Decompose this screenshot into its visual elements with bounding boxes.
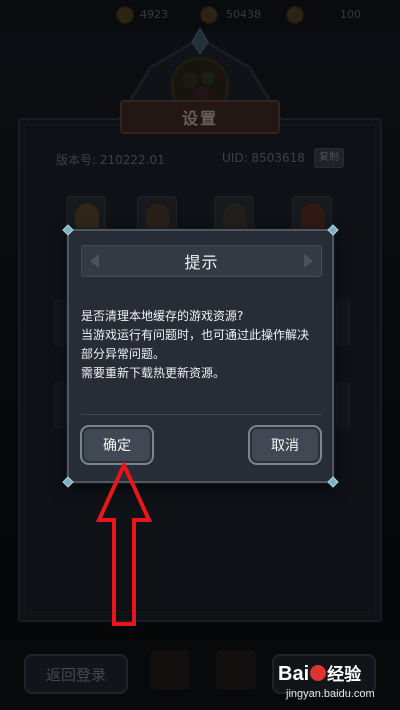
dialog-message: 是否清理本地缓存的游戏资源? 当游戏运行有问题时，也可通过此操作解决 部分异常问… [81,307,326,383]
dialog-title: 提示 [184,253,219,272]
header-right-ornament-icon [304,254,313,268]
baidu-jingyan-watermark: Bai 经验 jingyan.baidu.com [278,660,396,706]
message-line: 当游戏运行有问题时，也可通过此操作解决 [81,328,310,342]
dialog-header: 提示 [81,245,322,277]
watermark-url: jingyan.baidu.com [286,688,375,700]
confirm-button[interactable]: 确定 [80,425,154,465]
message-line: 需要重新下载热更新资源。 [81,366,226,380]
baidu-paw-icon [310,664,327,681]
message-line: 部分异常问题。 [81,347,166,361]
header-left-ornament-icon [90,254,99,268]
message-line: 是否清理本地缓存的游戏资源? [81,309,244,323]
up-arrow-outline-icon [96,462,152,626]
watermark-logo: Bai 经验 [278,663,362,685]
dialog-divider [81,414,322,415]
clear-cache-dialog: 提示 是否清理本地缓存的游戏资源? 当游戏运行有问题时，也可通过此操作解决 部分… [62,224,339,488]
cancel-button[interactable]: 取消 [248,425,322,465]
